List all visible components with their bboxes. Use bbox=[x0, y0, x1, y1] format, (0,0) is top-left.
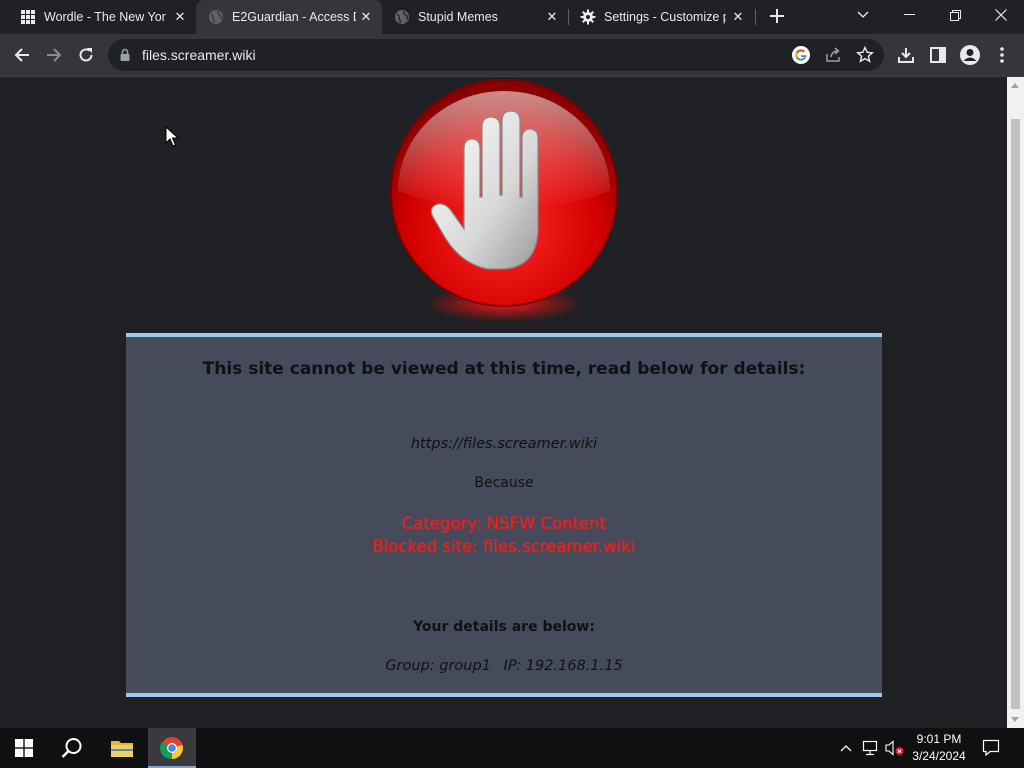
tab-search-button[interactable] bbox=[840, 0, 886, 30]
tab-settings[interactable]: Settings - Customize p ✕ bbox=[568, 0, 754, 34]
chevron-up-icon bbox=[840, 745, 852, 752]
tab-title: E2Guardian - Access De bbox=[232, 10, 356, 24]
arrow-right-icon bbox=[47, 48, 62, 62]
share-button[interactable] bbox=[824, 46, 842, 64]
bookmark-button[interactable] bbox=[856, 45, 874, 64]
tab-close-icon[interactable]: ✕ bbox=[358, 9, 374, 25]
folder-icon bbox=[111, 741, 133, 757]
address-bar[interactable]: files.screamer.wiki bbox=[108, 39, 884, 71]
tab-stupid-memes[interactable]: Stupid Memes ✕ bbox=[382, 0, 568, 34]
side-panel-button[interactable] bbox=[924, 41, 952, 69]
tab-e2guardian[interactable]: E2Guardian - Access De ✕ bbox=[196, 0, 382, 34]
windows-taskbar: 9:01 PM 3/24/2024 bbox=[0, 728, 1024, 768]
restore-button[interactable] bbox=[932, 0, 978, 30]
profile-button[interactable] bbox=[956, 41, 984, 69]
wordle-grid-icon bbox=[21, 10, 35, 24]
notification-icon bbox=[982, 739, 1000, 757]
details-heading: Your details are below: bbox=[413, 619, 595, 635]
star-icon bbox=[856, 45, 874, 63]
scrollbar-thumb[interactable] bbox=[1011, 119, 1020, 709]
tab-close-icon[interactable]: ✕ bbox=[544, 9, 560, 25]
tab-close-icon[interactable]: ✕ bbox=[172, 9, 188, 25]
search-button[interactable] bbox=[48, 728, 96, 768]
action-center-button[interactable] bbox=[981, 738, 1001, 758]
blocked-url: https://files.screamer.wiki bbox=[410, 436, 598, 452]
chevron-down-icon bbox=[857, 11, 869, 18]
volume-button[interactable] bbox=[885, 738, 905, 758]
gear-icon bbox=[580, 9, 596, 25]
speaker-muted-icon bbox=[885, 740, 904, 756]
new-tab-button[interactable] bbox=[766, 6, 788, 28]
tab-wordle[interactable]: Wordle - The New York ✕ bbox=[0, 0, 196, 34]
browser-toolbar: files.screamer.wiki bbox=[0, 34, 1024, 76]
globe-icon bbox=[209, 10, 223, 24]
because-label: Because bbox=[474, 475, 534, 491]
group-label: Group: group1 bbox=[385, 658, 491, 674]
user-details: Group: group1 IP: 192.168.1.15 bbox=[126, 658, 882, 674]
scroll-down-arrow-icon[interactable] bbox=[1011, 717, 1019, 722]
block-category: Category: NSFW Content bbox=[401, 514, 607, 533]
tab-title: Wordle - The New York bbox=[44, 10, 166, 24]
plus-icon bbox=[770, 9, 784, 23]
show-hidden-icons-button[interactable] bbox=[836, 738, 856, 758]
reload-button[interactable] bbox=[72, 41, 100, 69]
download-icon bbox=[898, 48, 914, 63]
block-heading: This site cannot be viewed at this time,… bbox=[202, 359, 806, 379]
clock-time: 9:01 PM bbox=[916, 732, 962, 746]
taskbar-clock[interactable]: 9:01 PM 3/24/2024 bbox=[908, 731, 970, 765]
minimize-button[interactable] bbox=[886, 0, 932, 30]
back-button[interactable] bbox=[8, 41, 36, 69]
scroll-up-arrow-icon[interactable] bbox=[1011, 83, 1019, 88]
close-icon bbox=[995, 9, 1007, 21]
google-g-icon bbox=[792, 46, 810, 64]
arrow-left-icon bbox=[14, 48, 29, 62]
close-window-button[interactable] bbox=[978, 0, 1024, 30]
chrome-taskbar-button[interactable] bbox=[148, 728, 196, 768]
blocked-site-reason: Blocked site: files.screamer.wiki bbox=[372, 537, 636, 556]
downloads-button[interactable] bbox=[892, 41, 920, 69]
restore-icon bbox=[949, 9, 961, 21]
tab-title: Stupid Memes bbox=[418, 10, 498, 24]
forward-button[interactable] bbox=[40, 41, 68, 69]
chrome-icon bbox=[160, 737, 183, 760]
tab-strip: Wordle - The New York ✕ E2Guardian - Acc… bbox=[0, 0, 1024, 34]
network-icon bbox=[862, 740, 878, 756]
search-icon bbox=[61, 738, 82, 758]
tab-close-icon[interactable]: ✕ bbox=[730, 9, 746, 25]
menu-button[interactable] bbox=[988, 41, 1016, 69]
share-icon bbox=[826, 47, 840, 62]
start-button[interactable] bbox=[0, 728, 48, 768]
minimize-icon bbox=[903, 14, 915, 15]
stop-hand-logo bbox=[388, 79, 620, 327]
tab-separator bbox=[755, 9, 756, 25]
windows-logo-icon bbox=[15, 739, 33, 757]
google-lens-button[interactable] bbox=[792, 46, 810, 64]
side-panel-icon bbox=[930, 47, 946, 63]
mouse-cursor-icon bbox=[165, 126, 179, 147]
avatar-icon bbox=[960, 45, 980, 65]
globe-icon bbox=[395, 10, 409, 24]
page-scrollbar[interactable] bbox=[1007, 77, 1024, 728]
network-button[interactable] bbox=[861, 738, 881, 758]
ip-label: IP: 192.168.1.15 bbox=[503, 658, 623, 674]
file-explorer-button[interactable] bbox=[98, 728, 146, 768]
reload-icon bbox=[79, 48, 93, 62]
url-text[interactable]: files.screamer.wiki bbox=[142, 47, 256, 63]
lock-icon[interactable] bbox=[120, 48, 130, 61]
tab-title: Settings - Customize p bbox=[604, 10, 726, 24]
kebab-menu-icon bbox=[1000, 47, 1004, 63]
block-message-panel: This site cannot be viewed at this time,… bbox=[126, 333, 882, 697]
page-viewport: This site cannot be viewed at this time,… bbox=[0, 77, 1007, 728]
clock-date: 3/24/2024 bbox=[912, 749, 966, 763]
